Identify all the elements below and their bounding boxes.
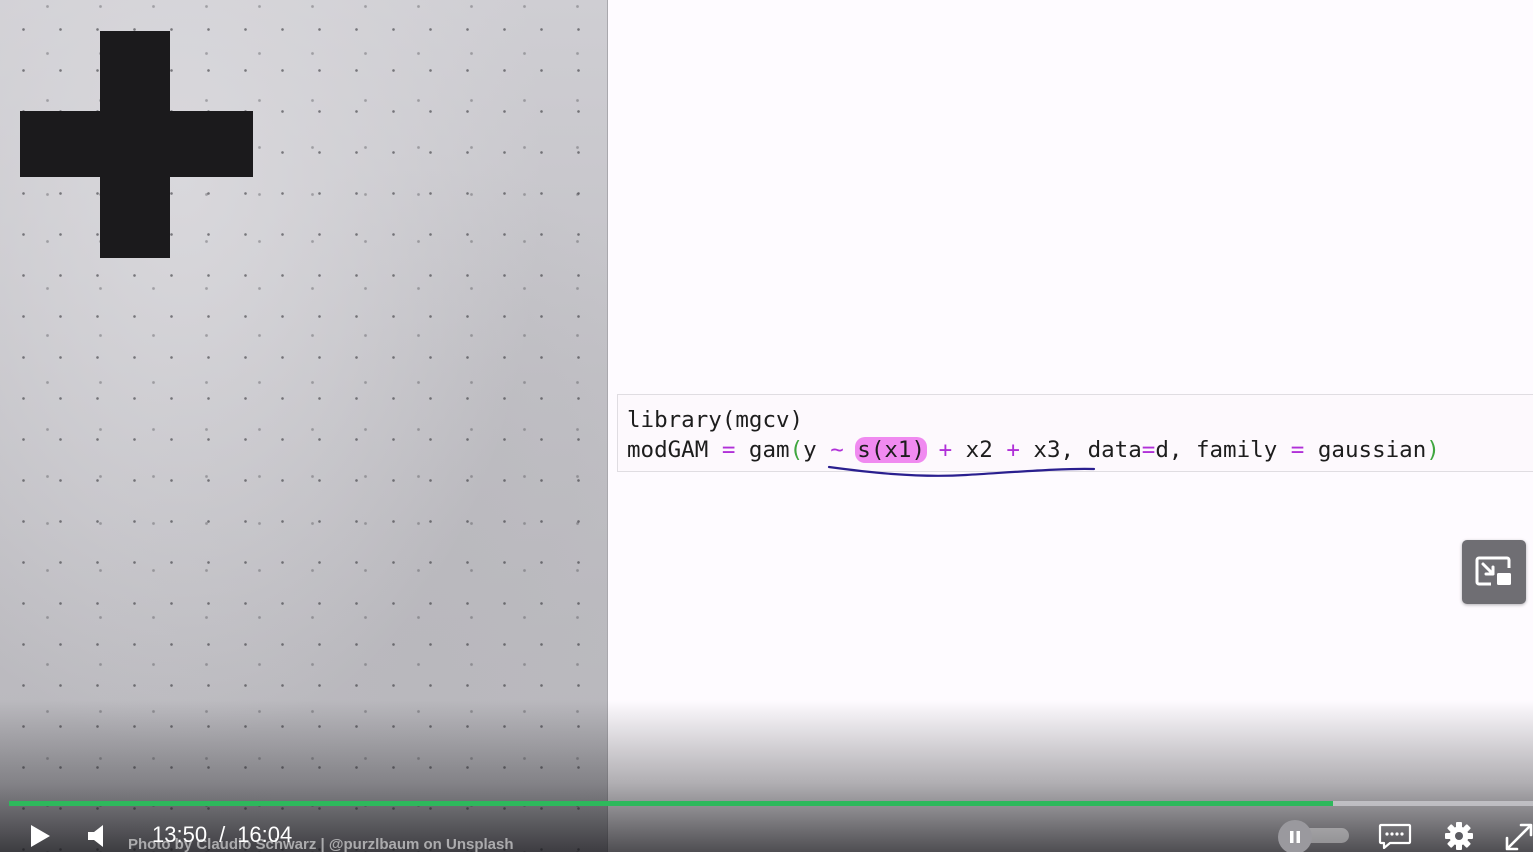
captions-icon (1378, 823, 1412, 849)
progress-bar[interactable] (9, 801, 1533, 806)
code-token: gam (735, 437, 790, 463)
plus-sign-horizontal (20, 111, 253, 177)
fullscreen-button[interactable] (1505, 820, 1533, 852)
volume-button[interactable] (82, 820, 112, 852)
fullscreen-icon (1505, 823, 1533, 851)
code-operator: = (1290, 437, 1305, 463)
code-operator: = (1141, 437, 1156, 463)
time-display: 13:50 / 16:04 (152, 822, 292, 848)
picture-in-picture-icon (1475, 556, 1511, 586)
code-operator: = (721, 437, 736, 463)
code-token: modGAM (627, 437, 722, 463)
video-player[interactable]: library(mgcv) modGAM = gam(y ~ s(x1) + x… (0, 0, 1533, 852)
playback-toggle[interactable] (1278, 820, 1312, 852)
picture-in-picture-button[interactable] (1462, 540, 1526, 604)
settings-button[interactable] (1443, 820, 1475, 852)
code-token: gaussian (1304, 437, 1427, 463)
play-icon (31, 825, 50, 847)
volume-icon (88, 825, 103, 847)
captions-button[interactable] (1377, 822, 1413, 850)
code-token: d, family (1155, 437, 1291, 463)
time-separator: / (219, 822, 226, 847)
play-button[interactable] (22, 820, 58, 852)
code-line-1: library(mgcv) (627, 407, 804, 433)
handdrawn-underline (827, 465, 1096, 477)
code-paren: ) (1426, 437, 1440, 463)
pause-icon (1290, 831, 1300, 843)
duration: 16:04 (237, 822, 293, 847)
photo-panel (0, 0, 608, 852)
progress-played (9, 801, 1334, 806)
gear-icon (1445, 822, 1473, 850)
code-paren: ( (789, 437, 804, 463)
current-time: 13:50 (152, 822, 208, 847)
